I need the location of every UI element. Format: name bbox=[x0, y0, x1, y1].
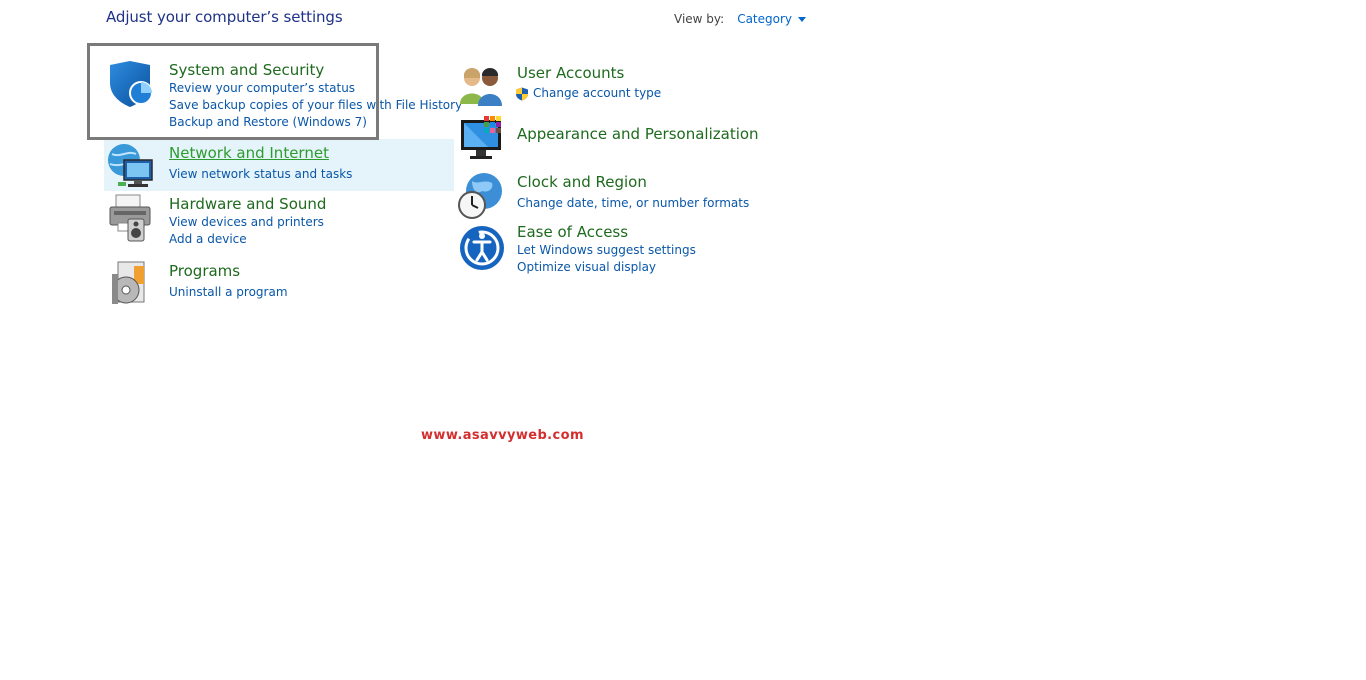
page-title: Adjust your computer’s settings bbox=[106, 8, 343, 26]
link-windows-suggest[interactable]: Let Windows suggest settings bbox=[517, 242, 696, 259]
watermark: www.asavvyweb.com bbox=[421, 428, 584, 443]
network-globe-icon bbox=[106, 142, 156, 192]
programs-disc-icon bbox=[106, 260, 156, 310]
control-panel: Adjust your computer’s settings View by:… bbox=[0, 0, 1366, 680]
link-devices-printers[interactable]: View devices and printers bbox=[169, 214, 326, 231]
link-file-history[interactable]: Save backup copies of your files with Fi… bbox=[169, 97, 462, 114]
link-network-status[interactable]: View network status and tasks bbox=[169, 166, 352, 183]
link-change-account-type[interactable]: Change account type bbox=[515, 85, 661, 102]
link-change-account-type-label: Change account type bbox=[533, 86, 662, 100]
chevron-down-icon bbox=[798, 16, 807, 22]
category-title-appearance[interactable]: Appearance and Personalization bbox=[517, 124, 759, 144]
category-title-system-and-security[interactable]: System and Security bbox=[169, 60, 462, 80]
category-title-ease-of-access[interactable]: Ease of Access bbox=[517, 222, 696, 242]
link-change-date-formats[interactable]: Change date, time, or number formats bbox=[517, 195, 749, 212]
view-by-dropdown[interactable]: Category bbox=[737, 12, 807, 26]
users-icon bbox=[458, 62, 508, 112]
link-add-device[interactable]: Add a device bbox=[169, 231, 326, 248]
category-title-hardware-and-sound[interactable]: Hardware and Sound bbox=[169, 194, 326, 214]
ease-of-access-icon bbox=[458, 222, 508, 272]
link-uninstall-program[interactable]: Uninstall a program bbox=[169, 284, 288, 301]
globe-clock-icon bbox=[458, 171, 508, 221]
view-by: View by: Category bbox=[674, 12, 807, 26]
category-title-network-and-internet[interactable]: Network and Internet bbox=[169, 143, 352, 163]
shield-icon bbox=[106, 59, 156, 109]
link-review-status[interactable]: Review your computer’s status bbox=[169, 80, 462, 97]
category-title-clock-and-region[interactable]: Clock and Region bbox=[517, 172, 749, 192]
link-optimize-display[interactable]: Optimize visual display bbox=[517, 259, 696, 276]
view-by-value: Category bbox=[737, 12, 793, 26]
uac-shield-icon bbox=[516, 87, 528, 100]
view-by-label: View by: bbox=[674, 12, 725, 26]
monitor-palette-icon bbox=[458, 114, 508, 164]
printer-speaker-icon bbox=[106, 193, 156, 243]
link-backup-restore[interactable]: Backup and Restore (Windows 7) bbox=[169, 114, 462, 131]
category-title-user-accounts[interactable]: User Accounts bbox=[517, 63, 661, 83]
category-title-programs[interactable]: Programs bbox=[169, 261, 288, 281]
